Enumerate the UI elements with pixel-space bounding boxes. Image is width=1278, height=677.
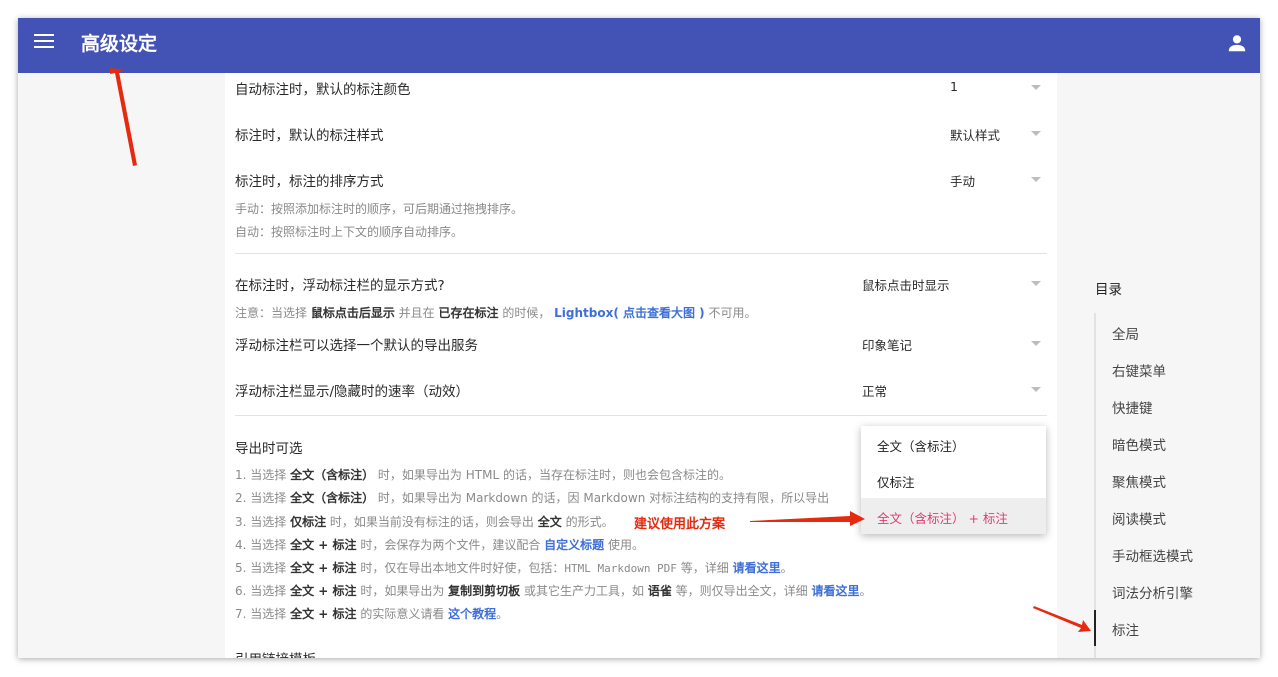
app-bar: 高级设定	[18, 18, 1260, 73]
dropdown-caret-icon[interactable]	[1031, 387, 1041, 392]
dropdown-caret-icon[interactable]	[1031, 131, 1041, 136]
lightbox-link[interactable]: Lightbox( 点击查看大图 )	[554, 306, 705, 320]
toc-title: 目录	[1095, 282, 1122, 298]
speed-label: 浮动标注栏显示/隐藏时的速率（动效）	[235, 384, 470, 400]
export-label: 导出时可选	[235, 441, 303, 457]
toc-item-dark-mode[interactable]: 暗色模式	[1112, 434, 1166, 454]
page-title: 高级设定	[81, 33, 158, 55]
menu-option-full-with-annotations[interactable]: 全文（含标注）	[861, 426, 1046, 462]
export-service-label: 浮动标注栏可以选择一个默认的导出服务	[235, 338, 478, 354]
style-select[interactable]: 默认样式	[950, 125, 1000, 144]
next-section-label: 引用链接模板	[235, 648, 316, 658]
dropdown-caret-icon[interactable]	[1031, 177, 1041, 182]
float-note: 注意：当选择 鼠标点击后显示 并且在 已存在标注 的时候， Lightbox( …	[235, 306, 757, 320]
sort-label: 标注时，标注的排序方式	[235, 174, 384, 190]
export-note-1: 1. 当选择 全文（含标注） 时，如果导出为 HTML 的话，当存在标注时，则也…	[235, 468, 731, 482]
settings-panel: 自动标注时，默认的标注颜色 1 标注时，默认的标注样式 默认样式 标注时，标注的…	[225, 73, 1057, 658]
export-note-2: 2. 当选择 全文（含标注） 时，如果导出为 Markdown 的话，因 Mar…	[235, 491, 830, 505]
sort-note-auto: 自动：按照标注时上下文的顺序自动排序。	[235, 225, 464, 239]
dropdown-caret-icon[interactable]	[1031, 85, 1041, 90]
auto-color-select[interactable]: 1	[950, 79, 958, 94]
sort-note-manual: 手动：按照添加标注时的顺序，可后期通过拖拽排序。	[235, 202, 524, 216]
menu-option-annotations-only[interactable]: 仅标注	[861, 462, 1046, 498]
export-options-menu: 全文（含标注） 仅标注 全文（含标注） + 标注	[861, 426, 1046, 534]
speed-select[interactable]: 正常	[862, 381, 887, 400]
toc-active-indicator	[1094, 610, 1096, 646]
toc-item-annotation[interactable]: 标注	[1112, 619, 1139, 639]
float-display-select[interactable]: 鼠标点击时显示	[862, 275, 950, 294]
toc-item-global[interactable]: 全局	[1112, 323, 1139, 343]
export-note-6: 6. 当选择 全文 + 标注 时，如果导出为 复制到剪切板 或其它生产力工具，如…	[235, 584, 872, 598]
toc-item-shortcuts[interactable]: 快捷键	[1112, 397, 1153, 417]
divider	[235, 415, 1047, 416]
auto-color-label: 自动标注时，默认的标注颜色	[235, 82, 411, 98]
style-label: 标注时，默认的标注样式	[235, 128, 384, 144]
toc-rail	[1094, 313, 1096, 658]
export-note-4: 4. 当选择 全文 + 标注 时，会保存为两个文件，建议配合 自定义标题 使用。	[235, 538, 644, 552]
custom-title-link[interactable]: 自定义标题	[544, 538, 604, 552]
divider	[235, 253, 1047, 254]
details-link[interactable]: 请看这里	[811, 584, 859, 598]
toc-item-lexical-engine[interactable]: 词法分析引擎	[1112, 582, 1193, 602]
dropdown-caret-icon[interactable]	[1031, 341, 1041, 346]
toc-item-focus-mode[interactable]: 聚焦模式	[1112, 471, 1166, 491]
tutorial-link[interactable]: 这个教程	[448, 607, 496, 621]
export-note-7: 7. 当选择 全文 + 标注 的实际意义请看 这个教程。	[235, 607, 509, 621]
app-window: 高级设定 自动标注时，默认的标注颜色 1 标注时，默认的标注样式 默认样式 标注…	[18, 18, 1260, 658]
toc-item-context-menu[interactable]: 右键菜单	[1112, 360, 1166, 380]
account-icon[interactable]	[1226, 32, 1248, 54]
toc-item-reading-mode[interactable]: 阅读模式	[1112, 508, 1166, 528]
menu-icon[interactable]	[34, 34, 54, 50]
annotation-label: 建议使用此方案	[634, 517, 726, 532]
export-note-5: 5. 当选择 全文 + 标注 时，仅在导出本地文件时好使，包括：HTML Mar…	[235, 561, 793, 575]
toc-item-manual-select-mode[interactable]: 手动框选模式	[1112, 545, 1193, 565]
details-link[interactable]: 请看这里	[733, 561, 781, 575]
menu-option-full-plus-annotations[interactable]: 全文（含标注） + 标注	[861, 498, 1046, 534]
export-note-3: 3. 当选择 仅标注 时，如果当前没有标注的话，则会导出 全文 的形式。	[235, 515, 614, 529]
sort-select[interactable]: 手动	[950, 171, 975, 190]
dropdown-caret-icon[interactable]	[1031, 281, 1041, 286]
export-service-select[interactable]: 印象笔记	[862, 335, 912, 354]
float-display-label: 在标注时，浮动标注栏的显示方式?	[235, 278, 445, 294]
